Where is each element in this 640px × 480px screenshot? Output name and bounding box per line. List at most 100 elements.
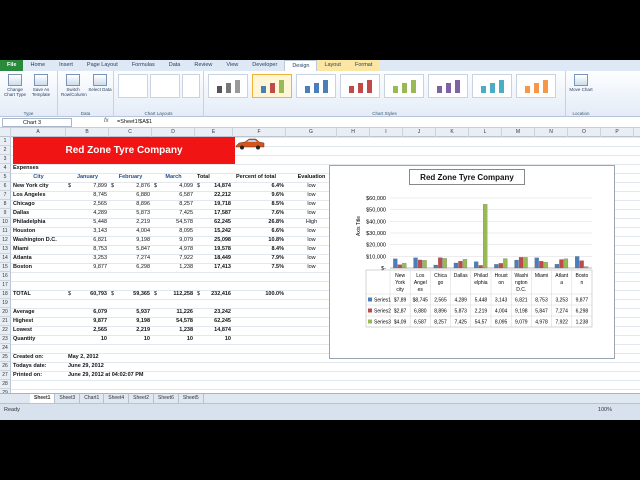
total-value[interactable]: 19,718 — [197, 200, 231, 209]
january-value[interactable]: 7,899 — [68, 182, 107, 191]
percent-value[interactable]: 8.5% — [235, 200, 284, 209]
row-header-2[interactable]: 2 — [0, 146, 11, 155]
total-value[interactable]: 14,874 — [197, 182, 231, 191]
february-value[interactable]: 2,219 — [111, 218, 150, 227]
chart-style-3[interactable] — [296, 74, 336, 98]
printed-on-value[interactable]: June 29, 2012 at 04:02:07 PM — [68, 371, 224, 380]
expenses-label[interactable]: Expenses — [13, 164, 64, 173]
tab-view[interactable]: View — [219, 60, 245, 71]
percent-value[interactable]: 6.4% — [235, 182, 284, 191]
row-header-1[interactable]: 1 — [0, 137, 11, 146]
sheet-tab-chart1[interactable]: Chart1 — [80, 394, 105, 403]
evaluation-value[interactable]: High — [288, 218, 335, 227]
row-header-12[interactable]: 12 — [0, 236, 11, 245]
select-all-corner[interactable] — [0, 128, 11, 137]
row-header-3[interactable]: 3 — [0, 155, 11, 164]
header-total[interactable]: Total — [197, 173, 231, 182]
city-cell[interactable]: Atlanta — [13, 254, 64, 263]
march-value[interactable]: 9,079 — [154, 236, 193, 245]
zoom-level[interactable]: 100% — [598, 407, 612, 413]
row-header-21[interactable]: 21 — [0, 317, 11, 326]
column-header-n[interactable]: N — [535, 128, 568, 137]
tab-insert[interactable]: Insert — [52, 60, 80, 71]
stat-february[interactable]: 9,198 — [111, 317, 150, 326]
column-header-g[interactable]: G — [286, 128, 337, 137]
cell-area[interactable]: Red Zone Tyre Company Expenses City Januar… — [11, 137, 640, 393]
chart-style-2[interactable] — [252, 74, 292, 98]
row-header-26[interactable]: 26 — [0, 362, 11, 371]
created-on-label[interactable]: Created on: — [13, 353, 64, 362]
february-value[interactable]: 4,004 — [111, 227, 150, 236]
evaluation-value[interactable]: low — [288, 200, 335, 209]
evaluation-value[interactable]: low — [288, 191, 335, 200]
created-on-value[interactable]: May 2, 2012 — [68, 353, 164, 362]
change-chart-type-button[interactable]: Change Chart Type — [3, 74, 27, 102]
january-value[interactable]: 9,877 — [68, 263, 107, 272]
column-header-k[interactable]: K — [436, 128, 469, 137]
row-header-22[interactable]: 22 — [0, 326, 11, 335]
row-header-24[interactable]: 24 — [0, 344, 11, 353]
row-header-16[interactable]: 16 — [0, 272, 11, 281]
header-march[interactable]: March — [154, 173, 193, 182]
formula-input[interactable]: =Sheet1!$A$1 — [117, 118, 638, 127]
row-header-6[interactable]: 6 — [0, 182, 11, 191]
evaluation-value[interactable]: low — [288, 236, 335, 245]
total-total[interactable]: 232,416 — [197, 290, 231, 299]
tab-developer[interactable]: Developer — [245, 60, 284, 71]
tab-design[interactable]: Design — [284, 60, 318, 71]
sheet-tab-sheet2[interactable]: Sheet2 — [129, 394, 154, 403]
january-value[interactable]: 8,753 — [68, 245, 107, 254]
february-value[interactable]: 5,873 — [111, 209, 150, 218]
column-header-h[interactable]: H — [337, 128, 370, 137]
march-value[interactable]: 1,238 — [154, 263, 193, 272]
chart-style-4[interactable] — [340, 74, 380, 98]
evaluation-value[interactable]: low — [288, 182, 335, 191]
row-header-20[interactable]: 20 — [0, 308, 11, 317]
row-header-14[interactable]: 14 — [0, 254, 11, 263]
city-cell[interactable]: Washington D.C. — [13, 236, 64, 245]
row-header-28[interactable]: 28 — [0, 380, 11, 389]
evaluation-value[interactable]: low — [288, 245, 335, 254]
evaluation-value[interactable]: low — [288, 263, 335, 272]
total-value[interactable]: 17,587 — [197, 209, 231, 218]
tab-review[interactable]: Review — [187, 60, 219, 71]
total-january[interactable]: 60,793 — [68, 290, 107, 299]
stat-february[interactable]: 10 — [111, 335, 150, 344]
march-value[interactable]: 8,095 — [154, 227, 193, 236]
stat-january[interactable]: 2,565 — [68, 326, 107, 335]
fx-icon[interactable]: fx — [104, 118, 109, 124]
march-value[interactable]: 7,425 — [154, 209, 193, 218]
row-header-15[interactable]: 15 — [0, 263, 11, 272]
january-value[interactable]: 3,253 — [68, 254, 107, 263]
total-value[interactable]: 19,578 — [197, 245, 231, 254]
chart-layout-2[interactable] — [150, 74, 180, 98]
header-percent[interactable]: Percent of total — [235, 173, 277, 182]
february-value[interactable]: 9,198 — [111, 236, 150, 245]
row-header-13[interactable]: 13 — [0, 245, 11, 254]
march-value[interactable]: 54,578 — [154, 218, 193, 227]
percent-value[interactable]: 26.8% — [235, 218, 284, 227]
march-value[interactable]: 4,978 — [154, 245, 193, 254]
column-header-b[interactable]: B — [66, 128, 109, 137]
city-cell[interactable]: New York city — [13, 182, 64, 191]
february-value[interactable]: 2,876 — [111, 182, 150, 191]
switch-row-column-button[interactable]: Switch Row/Column — [61, 74, 87, 102]
total-value[interactable]: 17,413 — [197, 263, 231, 272]
stat-march[interactable]: 11,226 — [154, 308, 193, 317]
percent-value[interactable]: 7.9% — [235, 254, 284, 263]
stat-march[interactable]: 1,238 — [154, 326, 193, 335]
tab-home[interactable]: Home — [23, 60, 52, 71]
column-header-o[interactable]: O — [568, 128, 601, 137]
sheet-tab-sheet5[interactable]: Sheet5 — [179, 394, 204, 403]
row-header-4[interactable]: 4 — [0, 164, 11, 173]
tab-formulas[interactable]: Formulas — [125, 60, 162, 71]
percent-value[interactable]: 6.6% — [235, 227, 284, 236]
city-cell[interactable]: Dallas — [13, 209, 64, 218]
row-header-18[interactable]: 18 — [0, 290, 11, 299]
january-value[interactable]: 8,745 — [68, 191, 107, 200]
tab-format[interactable]: Format — [347, 60, 380, 71]
city-cell[interactable]: Boston — [13, 263, 64, 272]
chart-style-7[interactable] — [472, 74, 512, 98]
percent-value[interactable]: 10.8% — [235, 236, 284, 245]
chart-title[interactable]: Red Zone Tyre Company — [409, 169, 525, 185]
